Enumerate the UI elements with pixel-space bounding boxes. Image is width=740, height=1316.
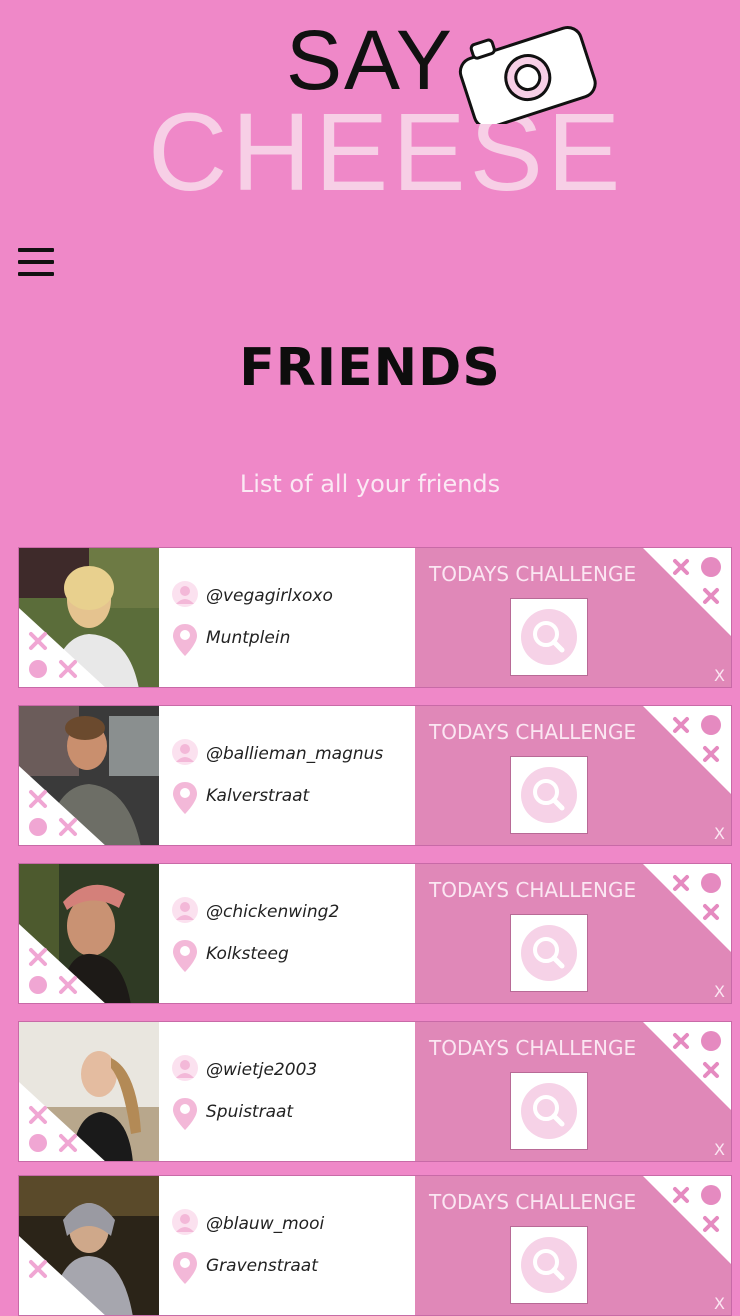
photo-corner-decoration <box>19 1082 105 1161</box>
challenge-corner-decoration <box>643 864 731 952</box>
todays-challenge-panel: TODAYS CHALLENGE X <box>415 864 731 1003</box>
challenge-title: TODAYS CHALLENGE <box>429 1036 637 1060</box>
map-pin-icon <box>173 1252 197 1284</box>
friend-username: @vegagirlxoxo <box>206 586 333 606</box>
challenge-close-button[interactable]: X <box>714 982 725 1001</box>
todays-challenge-panel: TODAYS CHALLENGE X <box>415 548 731 687</box>
friend-photo <box>19 706 159 845</box>
challenge-corner-decoration <box>643 706 731 794</box>
friend-username: @ballieman_magnus <box>206 744 384 764</box>
logo-say-text: SAY <box>286 13 454 107</box>
map-pin-icon <box>173 624 197 656</box>
menu-bar <box>18 272 54 276</box>
user-icon <box>172 739 198 765</box>
page-title: FRIENDS <box>239 338 501 398</box>
friend-photo <box>19 864 159 1003</box>
challenge-corner-decoration <box>643 548 731 636</box>
magnifier-icon <box>521 1237 577 1293</box>
camera-icon <box>458 25 597 124</box>
menu-bar <box>18 260 54 264</box>
magnifier-icon <box>521 1083 577 1139</box>
challenge-title: TODAYS CHALLENGE <box>429 720 637 744</box>
challenge-search-button[interactable] <box>510 914 588 992</box>
user-icon <box>172 897 198 923</box>
challenge-close-button[interactable]: X <box>714 666 725 685</box>
photo-corner-decoration <box>19 1236 105 1315</box>
friend-username: @blauw_mooi <box>206 1214 325 1234</box>
challenge-close-button[interactable]: X <box>714 1140 725 1159</box>
photo-corner-decoration <box>19 766 105 845</box>
challenge-title: TODAYS CHALLENGE <box>429 1190 637 1214</box>
friend-location: Spuistraat <box>206 1102 294 1122</box>
user-icon <box>172 581 198 607</box>
friend-username: @chickenwing2 <box>206 902 340 922</box>
challenge-search-button[interactable] <box>510 1226 588 1304</box>
todays-challenge-panel: TODAYS CHALLENGE X <box>415 706 731 845</box>
challenge-corner-decoration <box>643 1022 731 1110</box>
friend-photo <box>19 1022 159 1161</box>
friend-location: Muntplein <box>206 628 291 648</box>
map-pin-icon <box>173 1098 197 1130</box>
challenge-close-button[interactable]: X <box>714 824 725 843</box>
map-pin-icon <box>173 940 197 972</box>
friend-photo <box>19 1176 159 1315</box>
magnifier-icon <box>521 609 577 665</box>
friend-location: Kolksteeg <box>206 944 289 964</box>
photo-corner-decoration <box>19 608 105 687</box>
challenge-search-button[interactable] <box>510 756 588 834</box>
photo-corner-decoration <box>19 924 105 1003</box>
friend-location: Gravenstraat <box>206 1256 318 1276</box>
challenge-search-button[interactable] <box>510 598 588 676</box>
challenge-search-button[interactable] <box>510 1072 588 1150</box>
hamburger-menu-button[interactable] <box>18 248 54 280</box>
friend-card[interactable]: @vegagirlxoxo Muntplein TODAYS CHALLENGE <box>18 547 732 688</box>
magnifier-icon <box>521 925 577 981</box>
challenge-close-button[interactable]: X <box>714 1294 725 1313</box>
friend-card[interactable]: @wietje2003 Spuistraat TODAYS CHALLENGE <box>18 1021 732 1162</box>
user-icon <box>172 1209 198 1235</box>
user-icon <box>172 1055 198 1081</box>
friend-username: @wietje2003 <box>206 1060 318 1080</box>
friend-photo <box>19 548 159 687</box>
map-pin-icon <box>173 782 197 814</box>
challenge-title: TODAYS CHALLENGE <box>429 562 637 586</box>
challenge-corner-decoration <box>643 1176 731 1264</box>
challenge-title: TODAYS CHALLENGE <box>429 878 637 902</box>
todays-challenge-panel: TODAYS CHALLENGE X <box>415 1176 731 1315</box>
friend-location: Kalverstraat <box>206 786 310 806</box>
todays-challenge-panel: TODAYS CHALLENGE X <box>415 1022 731 1161</box>
magnifier-icon <box>521 767 577 823</box>
app-logo: SAY CHEESE <box>0 0 740 215</box>
friend-card[interactable]: @ballieman_magnus Kalverstraat TODAYS CH… <box>18 705 732 846</box>
friend-card[interactable]: @blauw_mooi Gravenstraat TODAYS CHALLENG… <box>18 1175 732 1316</box>
menu-bar <box>18 248 54 252</box>
page-subtitle: List of all your friends <box>239 470 501 498</box>
friend-card[interactable]: @chickenwing2 Kolksteeg TODAYS CHALLENGE <box>18 863 732 1004</box>
